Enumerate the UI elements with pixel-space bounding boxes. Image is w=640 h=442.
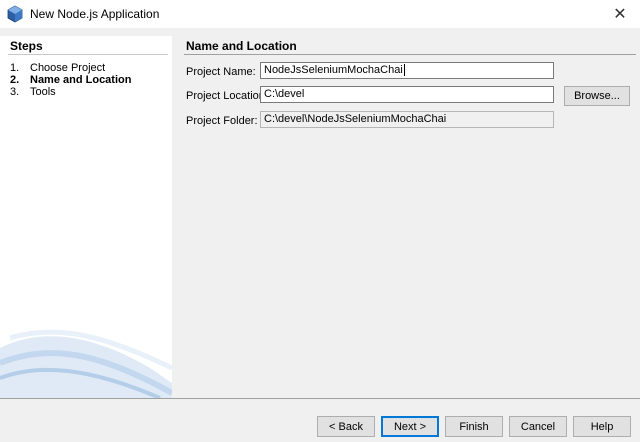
help-button[interactable]: Help xyxy=(573,416,631,437)
browse-button[interactable]: Browse... xyxy=(564,86,630,106)
project-location-input[interactable]: C:\devel xyxy=(260,86,554,103)
section-divider xyxy=(184,54,636,55)
decorative-swoosh xyxy=(0,329,172,398)
close-icon: ✕ xyxy=(613,6,627,23)
cancel-button[interactable]: Cancel xyxy=(509,416,567,437)
finish-button[interactable]: Finish xyxy=(445,416,503,437)
close-button[interactable]: ✕ xyxy=(600,0,640,28)
section-title: Name and Location xyxy=(186,39,297,53)
project-folder-label: Project Folder: xyxy=(186,115,258,127)
project-folder-field: C:\devel\NodeJsSeleniumMochaChai xyxy=(260,111,554,128)
step-name-and-location: 2. Name and Location xyxy=(10,74,132,86)
title-bar: New Node.js Application ✕ xyxy=(0,0,640,28)
project-name-label: Project Name: xyxy=(186,66,256,78)
project-location-label: Project Location: xyxy=(186,90,268,102)
step-tools: 3. Tools xyxy=(10,86,56,98)
netbeans-cube-icon xyxy=(7,5,23,23)
step-choose-project: 1. Choose Project xyxy=(10,62,106,74)
back-button[interactable]: < Back xyxy=(317,416,375,437)
steps-title: Steps xyxy=(10,39,43,53)
steps-panel: Steps 1. Choose Project 2. Name and Locati… xyxy=(0,36,172,398)
text-caret xyxy=(403,64,405,77)
steps-divider xyxy=(8,54,168,55)
button-bar-divider xyxy=(0,398,640,399)
next-button[interactable]: Next > xyxy=(381,416,439,437)
project-name-input[interactable]: NodeJsSeleniumMochaChai xyxy=(260,62,554,79)
name-and-location-panel: Name and Location Project Name: NodeJsSe… xyxy=(178,36,638,398)
window-title: New Node.js Application xyxy=(30,7,160,21)
